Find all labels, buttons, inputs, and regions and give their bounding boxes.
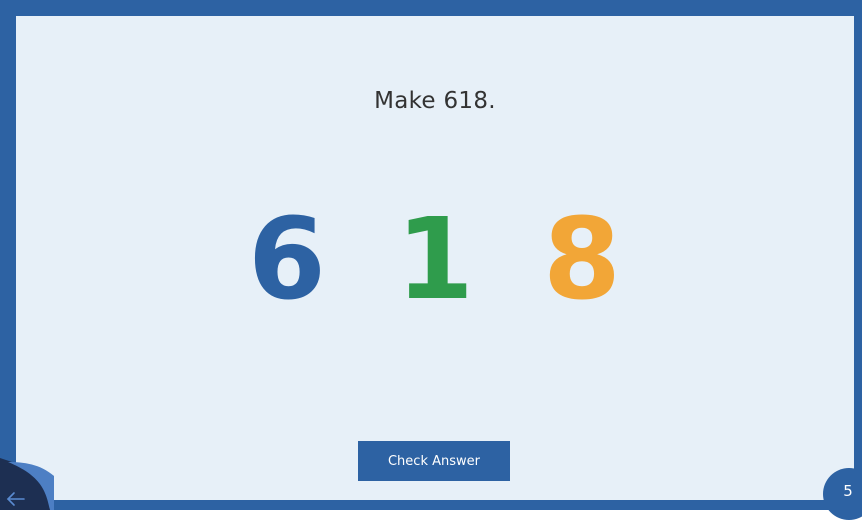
- back-button[interactable]: [0, 458, 54, 510]
- digit-card-hundreds[interactable]: 6: [242, 200, 332, 320]
- slide-frame: Make 618. 6 1 8 Check Answer 5: [0, 0, 862, 520]
- page-number: 5: [843, 482, 853, 500]
- check-answer-button[interactable]: Check Answer: [358, 441, 510, 481]
- slide-panel: Make 618. 6 1 8 Check Answer: [16, 16, 854, 500]
- digit-card-tens[interactable]: 1: [390, 200, 480, 320]
- digit-card-ones[interactable]: 8: [537, 200, 627, 320]
- question-prompt: Make 618.: [374, 88, 496, 114]
